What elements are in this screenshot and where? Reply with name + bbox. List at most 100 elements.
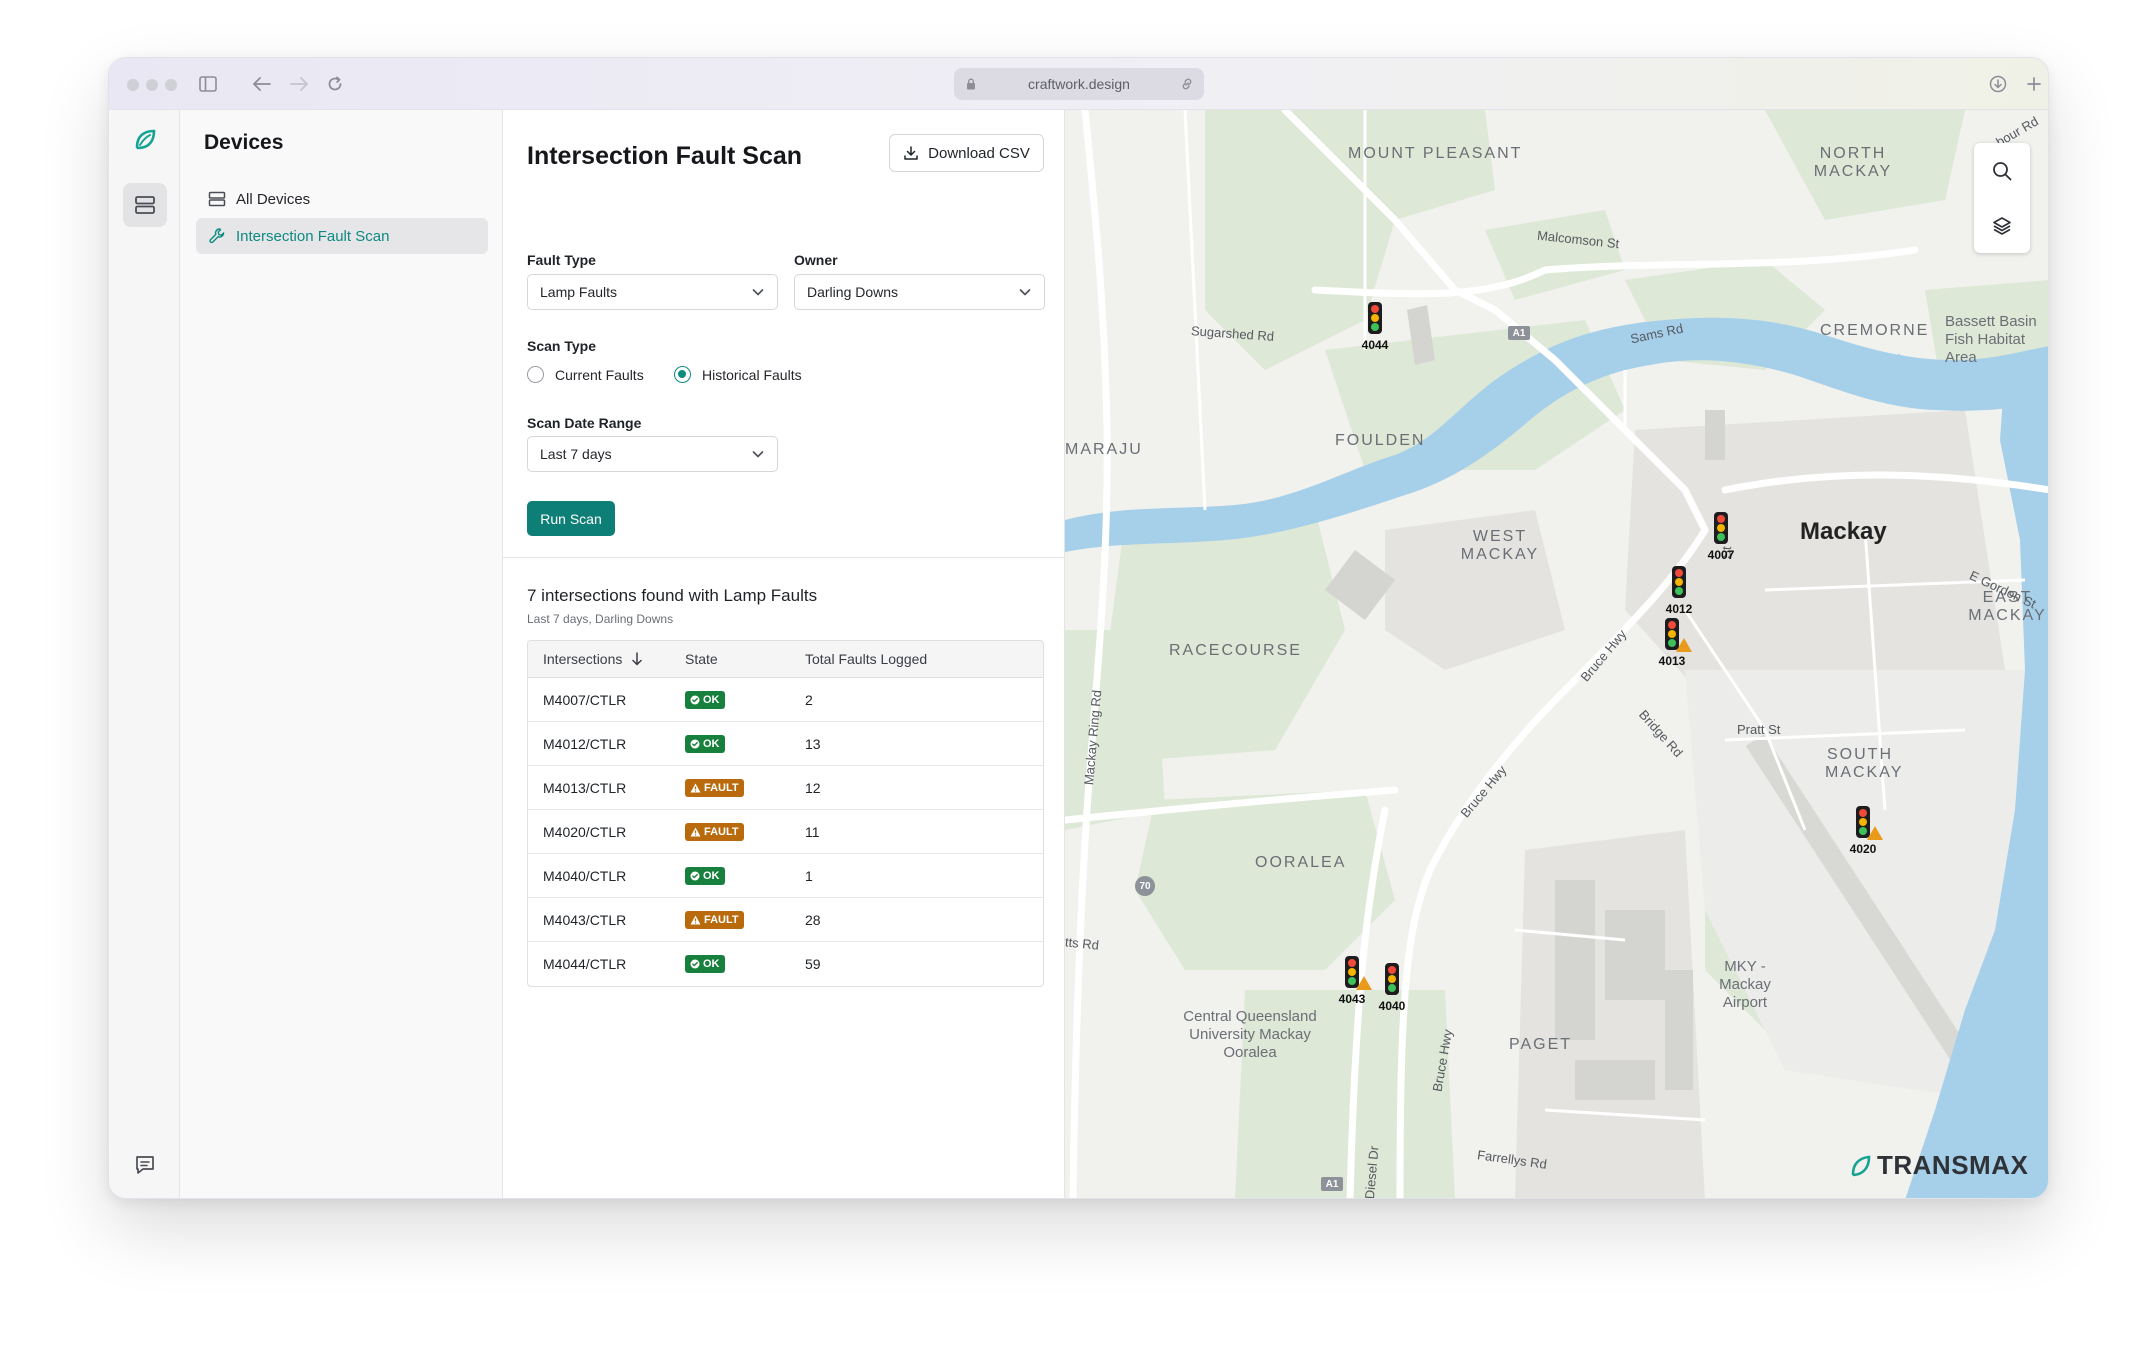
check-circle-icon <box>690 871 700 881</box>
table-row[interactable]: M4043/CTLR FAULT 28 <box>528 898 1043 942</box>
transmax-leaf-icon <box>1850 1154 1872 1178</box>
map-layers-icon[interactable] <box>1974 198 2030 253</box>
traffic-light-icon <box>1672 566 1686 598</box>
close-window-dot[interactable] <box>127 79 139 91</box>
map-street: Pratt St <box>1737 722 1781 737</box>
faults-count: 59 <box>805 956 821 972</box>
current-faults-radio[interactable]: Current Faults <box>527 366 644 383</box>
sidebar-item-all-devices[interactable]: All Devices <box>196 181 488 217</box>
sidebar-item-intersection-fault-scan[interactable]: Intersection Fault Scan <box>196 218 488 254</box>
map-place-west-mackay: WEST MACKAY <box>1460 528 1540 563</box>
status-badge: FAULT <box>685 778 744 797</box>
results-title: 7 intersections found with Lamp Faults <box>527 586 818 605</box>
map-view[interactable]: MOUNT PLEASANT NORTH MACKAY CREMORNE FOU… <box>1065 110 2048 1198</box>
status-text: FAULT <box>704 913 739 926</box>
state-cell: OK <box>685 955 805 973</box>
faults-count: 11 <box>805 823 820 840</box>
status-badge: FAULT <box>685 910 744 929</box>
traffic-light-marker-4044[interactable]: 4044 <box>1355 302 1395 362</box>
map-search-icon[interactable] <box>1974 143 2030 198</box>
faults-count: 1 <box>805 867 813 884</box>
wrench-icon <box>208 227 226 245</box>
marker-id: 4044 <box>1361 338 1389 352</box>
status-text: FAULT <box>704 781 739 794</box>
historical-faults-radio[interactable]: Historical Faults <box>674 366 802 383</box>
road-shield-a1: A1 <box>1321 1177 1343 1191</box>
status-text: OK <box>703 869 720 882</box>
intersection-name: M4013/CTLR <box>543 779 627 796</box>
state-cell: OK <box>685 690 805 709</box>
sidebar-title: Devices <box>204 131 284 154</box>
radio-label: Historical Faults <box>702 366 802 383</box>
table-row[interactable]: M4013/CTLR FAULT 12 <box>528 766 1043 810</box>
table-row[interactable]: M4007/CTLR OK 2 <box>528 678 1043 722</box>
traffic-light-marker-4007[interactable]: 4007 <box>1701 512 1741 572</box>
traffic-light-marker-4012[interactable]: 4012 <box>1659 566 1699 626</box>
radio-checked <box>674 366 691 383</box>
new-tab-plus-icon[interactable] <box>2021 71 2047 97</box>
date-range-label: Scan Date Range <box>527 415 642 431</box>
sidebar-item-label: All Devices <box>236 190 311 208</box>
marker-id: 4020 <box>1849 842 1877 856</box>
address-bar[interactable]: craftwork.design <box>954 68 1204 100</box>
fault-type-value: Lamp Faults <box>540 284 618 300</box>
owner-select[interactable]: Darling Downs <box>794 274 1045 310</box>
browser-window: craftwork.design WW Devices <box>108 57 2049 1199</box>
share-link-icon[interactable] <box>1180 77 1194 91</box>
map-place-south-mackay: SOUTH MACKAY <box>1825 746 1904 781</box>
fault-type-select[interactable]: Lamp Faults <box>527 274 778 310</box>
devices-rail-icon[interactable] <box>123 183 167 227</box>
owner-label: Owner <box>794 252 838 268</box>
check-circle-icon <box>690 959 700 969</box>
status-badge: FAULT <box>685 822 744 841</box>
run-scan-button[interactable]: Run Scan <box>527 501 615 536</box>
reload-icon[interactable] <box>322 71 348 97</box>
download-icon <box>903 145 919 161</box>
browser-toolbar: craftwork.design <box>109 58 2048 110</box>
feedback-icon[interactable] <box>123 1143 167 1187</box>
table-header: Intersections State Total Faults Logged <box>528 641 1043 678</box>
table-row[interactable]: M4012/CTLR OK 13 <box>528 722 1043 766</box>
owner-value: Darling Downs <box>807 284 899 300</box>
status-text: FAULT <box>704 825 739 838</box>
back-arrow-icon[interactable] <box>249 71 275 97</box>
traffic-light-marker-4040[interactable]: 4040 <box>1372 963 1412 1023</box>
warning-icon <box>690 915 701 925</box>
marker-id: 4013 <box>1658 654 1686 668</box>
marker-id: 4040 <box>1378 999 1406 1013</box>
map-place-north-mackay: NORTH MACKAY <box>1813 145 1893 180</box>
date-range-select[interactable]: Last 7 days <box>527 436 778 472</box>
column-header: Intersections <box>543 651 623 667</box>
sort-arrow-down-icon <box>631 652 643 666</box>
server-icon <box>208 190 226 208</box>
forward-arrow-icon[interactable] <box>286 71 312 97</box>
state-cell: FAULT <box>685 822 805 841</box>
maximize-window-dot[interactable] <box>165 79 177 91</box>
status-text: OK <box>703 958 720 970</box>
results-subtitle: Last 7 days, Darling Downs <box>527 612 674 626</box>
traffic-light-marker-4013[interactable]: 4013 <box>1652 618 1692 678</box>
download-csv-button[interactable]: Download CSV <box>889 134 1044 172</box>
scan-type-label: Scan Type <box>527 338 596 354</box>
table-row[interactable]: M4040/CTLR OK 1 <box>528 854 1043 898</box>
state-cell: FAULT <box>685 910 805 929</box>
download-circle-icon[interactable] <box>1985 71 2011 97</box>
road-shield-70: 70 <box>1135 876 1155 896</box>
status-text: OK <box>703 737 720 750</box>
traffic-light-icon <box>1368 302 1382 334</box>
brand-name: TRANSMAX <box>1877 1150 2029 1180</box>
app-logo-icon[interactable] <box>123 118 167 162</box>
check-circle-icon <box>690 739 700 749</box>
traffic-light-marker-4020[interactable]: 4020 <box>1843 806 1883 866</box>
intersection-name: M4043/CTLR <box>543 911 627 928</box>
sidebar-toggle-icon[interactable] <box>195 71 221 97</box>
sort-intersections-header[interactable]: Intersections <box>528 651 685 667</box>
minimize-window-dot[interactable] <box>146 79 158 91</box>
table-row[interactable]: M4020/CTLR FAULT 11 <box>528 810 1043 854</box>
faults-count: 13 <box>805 735 821 752</box>
intersection-name: M4040/CTLR <box>543 867 627 884</box>
road-shield-a1: A1 <box>1508 326 1530 340</box>
table-row[interactable]: M4044/CTLR OK 59 <box>528 942 1043 986</box>
map-place-cremorne: CREMORNE <box>1820 322 1930 339</box>
fault-type-label: Fault Type <box>527 252 596 268</box>
